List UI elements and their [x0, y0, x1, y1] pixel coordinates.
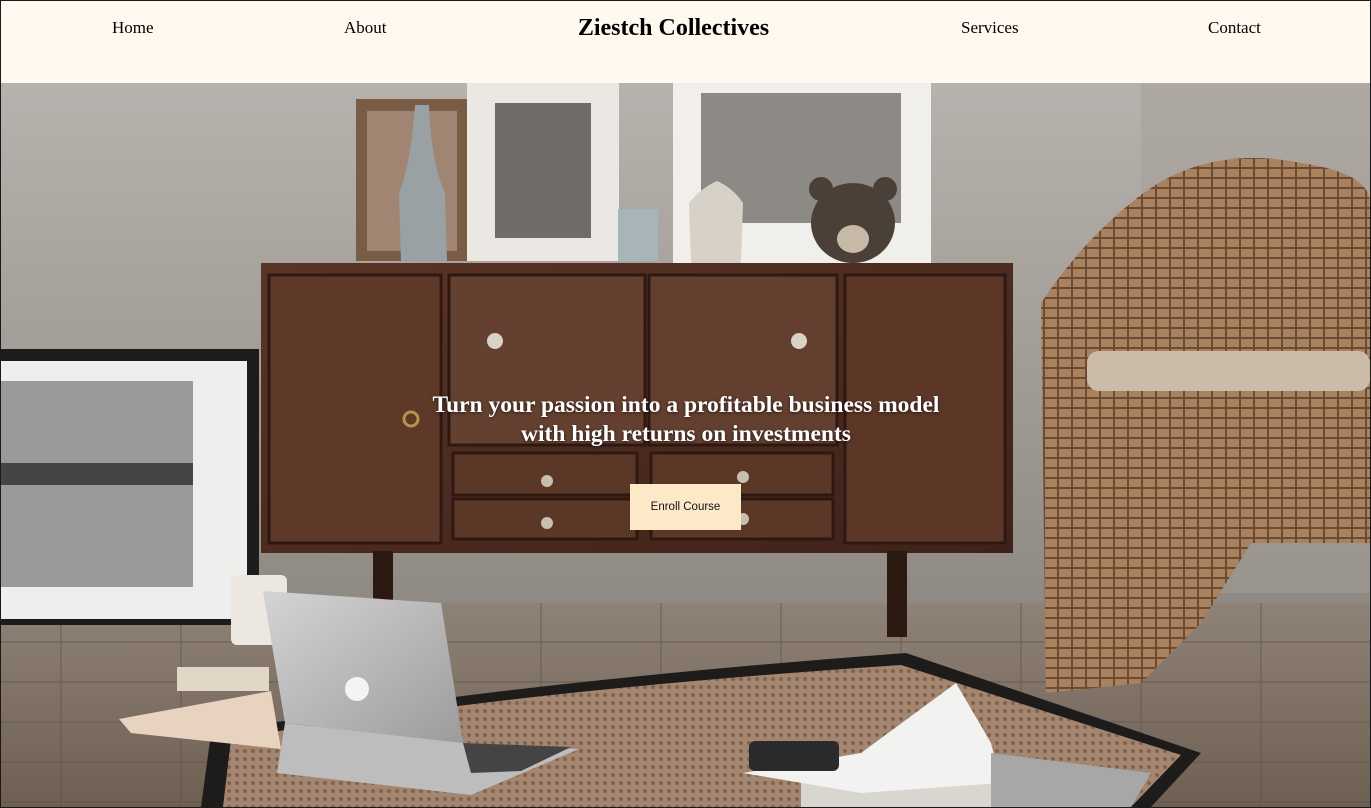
nav-link-contact[interactable]: Contact: [1208, 18, 1261, 38]
nav-link-services[interactable]: Services: [961, 18, 1019, 38]
brand-logo-text[interactable]: Ziestch Collectives: [1, 15, 1346, 42]
hero-headline-line2: with high returns on investments: [521, 421, 851, 447]
hero-headline: Turn your passion into a profitable busi…: [381, 391, 991, 449]
hero-headline-line1: Turn your passion into a profitable busi…: [432, 392, 940, 418]
top-navigation: Home About Ziestch Collectives Services …: [1, 1, 1370, 83]
enroll-course-button[interactable]: Enroll Course: [630, 484, 741, 530]
hero-section: Turn your passion into a profitable busi…: [1, 83, 1370, 807]
page-frame: Home About Ziestch Collectives Services …: [0, 0, 1371, 808]
